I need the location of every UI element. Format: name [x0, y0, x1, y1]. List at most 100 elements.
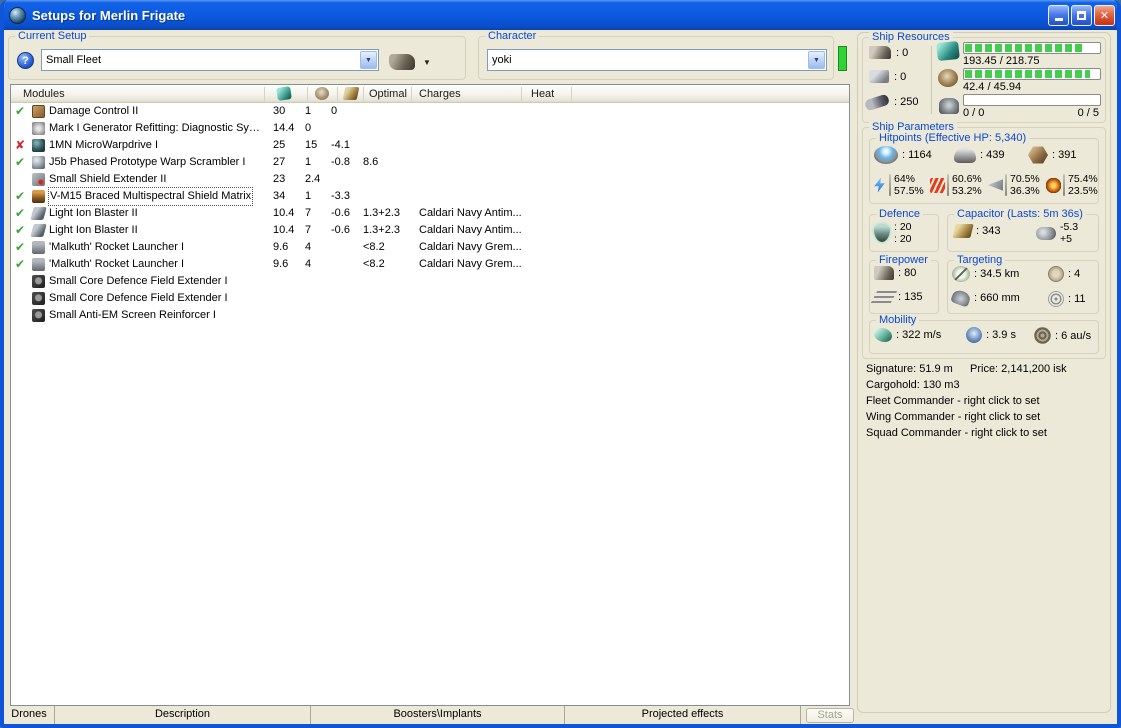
- powergrid-column-icon[interactable]: [315, 87, 329, 100]
- shield-hardener-icon: [32, 190, 45, 203]
- module-row[interactable]: ✘ 1MN MicroWarpdrive I 25 15 -4.1: [11, 137, 849, 154]
- capacitor-delta: -5.3 +5: [1036, 221, 1078, 245]
- column-optimal[interactable]: Optimal: [369, 85, 407, 103]
- app-icon: [9, 6, 26, 24]
- warp-speed-icon: [1034, 327, 1051, 344]
- launcher-hardpoints: : 0: [869, 70, 906, 83]
- module-powergrid: 0: [305, 122, 312, 134]
- module-name: Small Anti-EM Screen Reinforcer I: [49, 309, 216, 321]
- structure-hp-value: : 391: [1052, 149, 1077, 161]
- maximize-button[interactable]: [1071, 4, 1092, 26]
- chevron-down-icon[interactable]: ▼: [360, 51, 377, 69]
- help-icon[interactable]: ?: [17, 52, 34, 69]
- tab-drones[interactable]: Drones: [4, 706, 55, 724]
- rocket-launcher-icon: [32, 258, 45, 271]
- module-cap-use: -4.1: [331, 139, 350, 151]
- capacitor-column-icon[interactable]: [342, 87, 360, 100]
- module-cap-use: -3.3: [331, 190, 350, 202]
- module-powergrid: 4: [305, 258, 312, 270]
- setups-window: Setups for Merlin Frigate ✕ Current Setu…: [0, 0, 1121, 728]
- module-row[interactable]: ✔ Light Ion Blaster II 10.4 7 -0.6 1.3+2.3 Cal…: [11, 205, 849, 222]
- module-row[interactable]: ✔ 'Malkuth' Rocket Launcher I 9.6 4 <8.2 Cald…: [11, 239, 849, 256]
- blaster-icon: [30, 207, 47, 220]
- max-targets-value: : 4: [1068, 268, 1081, 280]
- capacitor-value: : 343: [976, 225, 1001, 237]
- column-modules[interactable]: Modules: [23, 85, 65, 103]
- armor-hp: : 439: [954, 147, 1004, 163]
- module-row[interactable]: Small Core Defence Field Extender I: [11, 273, 849, 290]
- module-row[interactable]: ✔ Light Ion Blaster II 10.4 7 -0.6 1.3+2.3 Cal…: [11, 222, 849, 239]
- module-row[interactable]: ✔ V-M15 Braced Multispectral Shield Matri…: [11, 187, 849, 206]
- turret-hardpoint-icon: [869, 46, 891, 59]
- squad-commander-text[interactable]: Squad Commander - right click to set: [866, 427, 1047, 439]
- module-cpu: 23: [273, 173, 286, 185]
- powergrid-bar: [963, 68, 1101, 80]
- turret-dps-value: : 80: [898, 267, 917, 279]
- module-charge: Caldari Navy Grem...: [419, 241, 522, 253]
- turret-dps: : 80: [874, 266, 916, 280]
- shield-extender-icon: [32, 173, 45, 186]
- current-setup-group: Current Setup ? Small Fleet ▼ ▼: [8, 30, 466, 80]
- module-row[interactable]: Small Core Defence Field Extender I: [11, 290, 849, 307]
- maximize-icon: [1077, 10, 1086, 20]
- module-row[interactable]: ✔ J5b Phased Prototype Warp Scrambler I 27…: [11, 154, 849, 171]
- fitted-check-icon: ✔: [15, 189, 26, 203]
- fitted-check-icon: ✔: [15, 240, 26, 254]
- close-icon: ✕: [1099, 9, 1110, 22]
- tab-boosters-implants[interactable]: Boosters\Implants: [311, 706, 565, 724]
- firepower-group: Firepower : 80 : 135: [869, 254, 939, 314]
- module-name: J5b Phased Prototype Warp Scrambler I: [49, 156, 246, 168]
- module-row[interactable]: ✔ 'Malkuth' Rocket Launcher I 9.6 4 <8.2 Cald…: [11, 256, 849, 273]
- dronebay-usage: 0 / 0: [963, 107, 985, 119]
- module-charge: Caldari Navy Antim...: [419, 207, 522, 219]
- dronebay-bar: [963, 94, 1101, 106]
- defence-group: Defence : 20 : 20: [869, 208, 939, 252]
- module-powergrid: 1: [305, 190, 312, 202]
- kinetic-resistance: 70.5% 36.3%: [988, 173, 1040, 197]
- shield-hp-icon: [874, 146, 898, 164]
- minimize-button[interactable]: [1048, 4, 1069, 26]
- capacitor-label: Capacitor (Lasts: 5m 36s): [954, 208, 1086, 221]
- thermal-resist-icon: [930, 177, 945, 193]
- powergrid-icon: [938, 69, 958, 87]
- cpu-column-icon[interactable]: [276, 86, 292, 101]
- targeting-range: : 34.5 km: [952, 266, 1019, 282]
- title-bar[interactable]: Setups for Merlin Frigate ✕: [4, 0, 1117, 30]
- turret-hardpoints: : 0: [869, 46, 908, 59]
- modules-list[interactable]: Modules Optimal Charges Heat ✔ Damage Con…: [10, 84, 850, 706]
- module-optimal: 8.6: [363, 156, 379, 168]
- setup-combobox[interactable]: Small Fleet ▼: [41, 49, 379, 71]
- fleet-commander-text[interactable]: Fleet Commander - right click to set: [866, 395, 1040, 407]
- em-shield-resist: 64%: [894, 173, 916, 185]
- kinetic-resist-icon: [988, 179, 1003, 191]
- character-combobox[interactable]: yoki ▼: [487, 49, 827, 71]
- module-row[interactable]: Small Shield Extender II 23 2.4: [11, 171, 849, 188]
- module-row[interactable]: Mark I Generator Refitting: Diagnostic S…: [11, 120, 849, 137]
- tab-projected-effects[interactable]: Projected effects: [565, 706, 801, 724]
- price-text: Price: 2,141,200 isk: [970, 363, 1067, 375]
- ship-menu-button[interactable]: ▼: [389, 50, 441, 74]
- rig-icon: [32, 292, 45, 305]
- module-row[interactable]: ✔ Damage Control II 30 1 0: [11, 103, 849, 120]
- stats-button[interactable]: Stats: [806, 707, 854, 723]
- ship-icon: [389, 54, 415, 70]
- fitted-check-icon: ✔: [15, 257, 26, 271]
- close-button[interactable]: ✕: [1094, 4, 1115, 26]
- module-row[interactable]: Small Anti-EM Screen Reinforcer I: [11, 307, 849, 324]
- column-heat[interactable]: Heat: [531, 85, 554, 103]
- cargohold-text: Cargohold: 130 m3: [866, 379, 960, 391]
- module-cpu: 10.4: [273, 224, 295, 236]
- tab-description[interactable]: Description: [55, 706, 311, 724]
- launcher-hardpoint-icon: [869, 70, 889, 83]
- chevron-down-icon[interactable]: ▼: [808, 51, 825, 69]
- modules-list-header[interactable]: Modules Optimal Charges Heat: [11, 85, 849, 103]
- shield-hp-value: : 1164: [902, 149, 932, 161]
- mobility-group: Mobility : 322 m/s : 3.9 s : 6 au/s: [869, 314, 1099, 354]
- module-powergrid: 7: [305, 224, 312, 236]
- calibration: : 250: [863, 93, 918, 111]
- column-charges[interactable]: Charges: [419, 85, 461, 103]
- align-time-icon: [966, 327, 982, 343]
- module-name: 1MN MicroWarpdrive I: [49, 139, 158, 151]
- wing-commander-text[interactable]: Wing Commander - right click to set: [866, 411, 1040, 423]
- module-name: Small Core Defence Field Extender I: [49, 292, 228, 304]
